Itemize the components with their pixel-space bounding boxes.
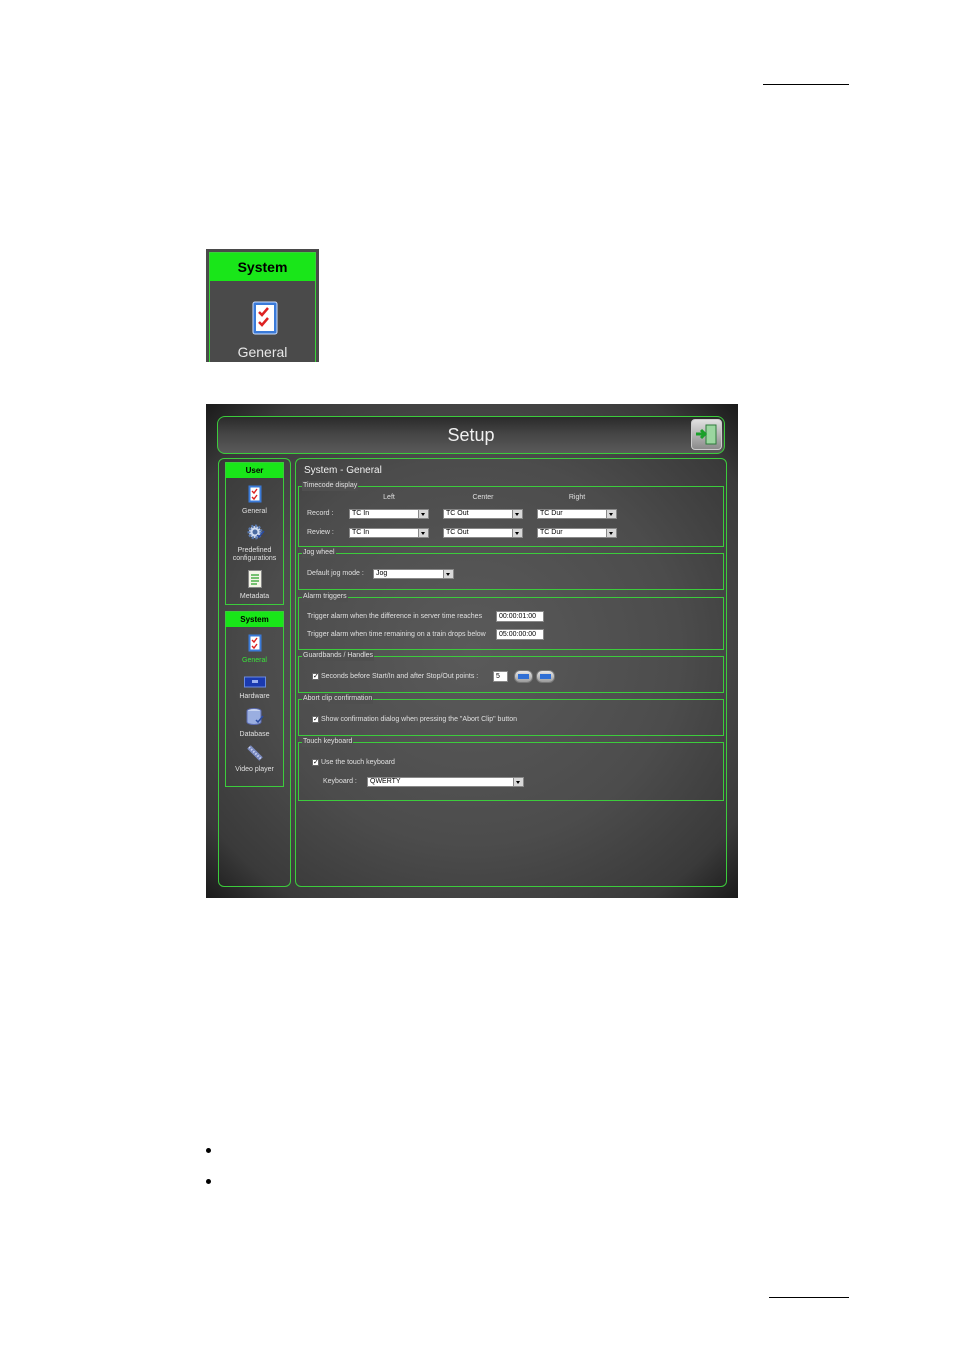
sidebar-group-system-header: System — [226, 612, 283, 627]
sidebar-item-system-general[interactable]: General — [226, 634, 283, 665]
sidebar-item-label: Database — [239, 731, 270, 738]
setup-window: Setup User General Predefined configurat… — [206, 404, 738, 898]
checklist-icon — [252, 301, 278, 340]
guardbands-label: Seconds before Start/In and after Stop/O… — [321, 673, 479, 680]
chevron-down-icon — [512, 510, 522, 518]
sidebar-group-user-header: User — [226, 463, 283, 478]
touch-keyboard-group: Touch keyboard ✓ Use the touch keyboard … — [298, 737, 724, 801]
review-left-select[interactable]: TC In — [349, 528, 429, 538]
alarm-triggers-group: Alarm triggers Trigger alarm when the di… — [298, 592, 724, 650]
jog-mode-label: Default jog mode : — [307, 570, 364, 577]
film-icon — [226, 745, 283, 764]
review-label: Review : — [307, 529, 334, 536]
sidebar-group-user: User General Predefined configurations M… — [225, 462, 284, 605]
arrow-left-icon — [518, 674, 529, 679]
chevron-down-icon — [418, 510, 428, 518]
sidebar-item-metadata[interactable]: Metadata — [226, 570, 283, 601]
jog-legend: Jog wheel — [302, 548, 336, 558]
sidebar-item-database[interactable]: Database — [226, 708, 283, 739]
main-panel: System - General Timecode display Left C… — [295, 458, 727, 887]
footer-rule — [769, 1297, 849, 1298]
title-bar: Setup — [217, 416, 725, 454]
jog-mode-select[interactable]: Jog — [373, 569, 454, 579]
touch-keyboard-label: Use the touch keyboard — [321, 759, 395, 766]
jog-wheel-group: Jog wheel Default jog mode : Jog — [298, 548, 724, 590]
thumbnail-label: General — [237, 344, 288, 360]
sidebar-group-system: System General Hardware Database Video p… — [225, 611, 284, 787]
record-left-select[interactable]: TC In — [349, 509, 429, 519]
guardbands-seconds-input[interactable]: 5 — [493, 671, 508, 682]
sidebar: User General Predefined configurations M… — [218, 458, 291, 887]
abort-confirm-checkbox[interactable]: ✓ — [312, 716, 319, 723]
alarm-legend: Alarm triggers — [302, 592, 348, 602]
record-center-select[interactable]: TC Out — [443, 509, 523, 519]
sidebar-item-label: Metadata — [239, 593, 270, 600]
sidebar-item-user-general[interactable]: General — [226, 485, 283, 516]
sidebar-item-label: General — [242, 657, 267, 664]
increase-button[interactable] — [536, 670, 555, 683]
bullet-point — [206, 1179, 211, 1184]
chevron-down-icon — [606, 510, 616, 518]
col-center-header: Center — [472, 494, 494, 501]
review-center-select[interactable]: TC Out — [443, 528, 523, 538]
window-title: Setup — [447, 425, 495, 445]
keyboard-layout-label: Keyboard : — [323, 778, 357, 785]
timecode-display-group: Timecode display Left Center Right Recor… — [298, 481, 724, 547]
exit-door-icon — [692, 424, 721, 453]
sidebar-item-hardware[interactable]: Hardware — [226, 676, 283, 701]
thumbnail-header: System — [210, 253, 315, 281]
header-rule — [763, 84, 849, 85]
sidebar-item-label: General — [242, 508, 267, 515]
abort-clip-group: Abort clip confirmation ✓ Show confirmat… — [298, 694, 724, 736]
bullet-point — [206, 1148, 211, 1153]
review-right-select[interactable]: TC Dur — [537, 528, 617, 538]
sidebar-item-label: Hardware — [239, 693, 270, 700]
sidebar-item-label: Video player — [235, 766, 274, 773]
arrow-right-icon — [540, 674, 551, 679]
database-icon — [226, 708, 283, 729]
chevron-down-icon — [512, 529, 522, 537]
alarm-remaining-input[interactable]: 05:00:00:00 — [496, 629, 544, 640]
chevron-down-icon — [443, 570, 453, 578]
col-right-header: Right — [568, 494, 586, 501]
decrease-button[interactable] — [514, 670, 533, 683]
sidebar-item-predefined-configurations[interactable]: Predefined configurations — [226, 523, 283, 563]
abort-confirm-label: Show confirmation dialog when pressing t… — [321, 716, 518, 723]
chevron-down-icon — [606, 529, 616, 537]
timecode-legend: Timecode display — [302, 481, 359, 491]
col-left-header: Left — [383, 494, 395, 501]
record-label: Record : — [307, 510, 334, 517]
alarm-difference-label: Trigger alarm when the difference in ser… — [307, 613, 483, 620]
touch-keyboard-checkbox[interactable]: ✓ — [312, 759, 319, 766]
abort-legend: Abort clip confirmation — [302, 694, 374, 704]
guardbands-checkbox[interactable]: ✓ — [312, 673, 319, 680]
card-icon — [226, 676, 283, 691]
alarm-difference-input[interactable]: 00:00:01:00 — [496, 611, 544, 622]
checklist-icon — [226, 485, 283, 506]
sidebar-item-video-player[interactable]: Video player — [226, 745, 283, 774]
gear-icon — [226, 523, 283, 545]
sidebar-item-label: Predefined configurations — [232, 547, 277, 562]
checklist-icon — [226, 634, 283, 655]
guardbands-group: Guardbands / Handles ✓ Seconds before St… — [298, 651, 724, 693]
guardbands-legend: Guardbands / Handles — [302, 651, 375, 661]
record-right-select[interactable]: TC Dur — [537, 509, 617, 519]
panel-title: System - General — [304, 465, 382, 476]
document-icon — [226, 570, 283, 591]
system-general-thumbnail: System General — [206, 249, 319, 362]
chevron-down-icon — [513, 778, 523, 786]
touch-legend: Touch keyboard — [302, 737, 354, 747]
chevron-down-icon — [418, 529, 428, 537]
exit-button[interactable] — [691, 419, 722, 450]
alarm-remaining-label: Trigger alarm when time remaining on a t… — [307, 631, 486, 638]
keyboard-layout-select[interactable]: QWERTY — [367, 777, 524, 787]
